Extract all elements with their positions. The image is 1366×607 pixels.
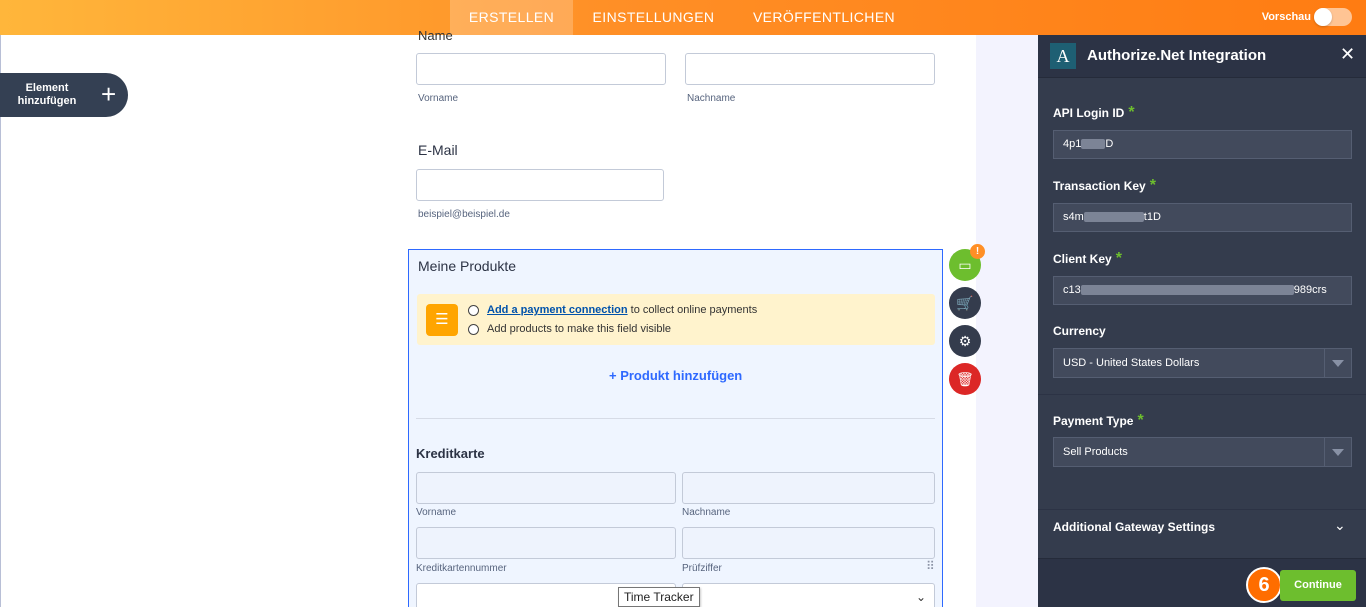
preview-toggle[interactable] <box>1314 8 1352 26</box>
first-name-input[interactable] <box>416 53 666 85</box>
dropdown-arrow-icon <box>1332 449 1344 456</box>
continue-button[interactable]: Continue <box>1280 570 1356 601</box>
cc-expiry-year-select[interactable]: ⌄ <box>682 583 935 607</box>
payment-type-label: Payment Type * <box>1053 412 1144 429</box>
add-element-button[interactable]: Element hinzufügen + <box>0 73 128 117</box>
cc-cvv-input[interactable] <box>682 527 935 559</box>
cc-first-name-input[interactable] <box>416 472 676 504</box>
credit-card-title: Kreditkarte <box>416 446 485 461</box>
time-tracker-tooltip: Time Tracker <box>618 587 700 607</box>
left-canvas <box>0 35 375 607</box>
cc-last-name-input[interactable] <box>682 472 935 504</box>
notice-step-1-radio <box>468 305 479 316</box>
dropdown-arrow-icon <box>1332 360 1344 367</box>
currency-select[interactable]: USD - United States Dollars <box>1053 348 1352 378</box>
transaction-key-label: Transaction Key * <box>1053 177 1156 194</box>
client-key-label: Client Key * <box>1053 250 1122 267</box>
name-field-label: Name <box>418 28 453 43</box>
tab-einstellungen[interactable]: EINSTELLUNGEN <box>583 0 724 35</box>
email-input[interactable] <box>416 169 664 201</box>
email-sublabel: beispiel@beispiel.de <box>418 209 510 220</box>
step-indicator: 6 <box>1246 567 1282 603</box>
left-edge <box>0 35 1 607</box>
cc-number-input[interactable] <box>416 527 676 559</box>
additional-gateway-settings-toggle[interactable]: Additional Gateway Settings <box>1053 520 1215 534</box>
panel-title: Authorize.Net Integration <box>1087 47 1267 64</box>
gear-icon[interactable]: ⚙ <box>949 325 981 357</box>
payment-notice <box>417 294 935 345</box>
toggle-knob <box>1314 8 1332 26</box>
plus-icon: + <box>101 79 117 109</box>
first-name-sublabel: Vorname <box>418 93 459 104</box>
drag-handle-icon[interactable]: ⠿ <box>926 560 935 572</box>
products-title: Meine Produkte <box>418 258 517 274</box>
products-divider <box>416 418 935 419</box>
trash-icon[interactable]: 🗑 <box>949 363 981 395</box>
payment-type-select[interactable]: Sell Products <box>1053 437 1352 467</box>
authorize-net-logo: A <box>1050 43 1076 69</box>
notice-line-1: Add a payment connection to collect onli… <box>487 304 757 316</box>
cc-first-name-sublabel: Vorname <box>416 507 457 518</box>
chevron-down-icon[interactable]: ⌄ <box>1334 517 1346 534</box>
cart-icon[interactable]: 🛒 <box>949 287 981 319</box>
canvas-gutter <box>976 35 1038 607</box>
warning-badge: ! <box>970 244 985 259</box>
add-payment-connection-link[interactable]: Add a payment connection <box>487 304 628 316</box>
panel-separator <box>1038 509 1366 510</box>
client-key-input[interactable]: c13 989crs <box>1053 276 1352 305</box>
close-icon[interactable]: ✕ <box>1340 44 1355 65</box>
currency-label: Currency <box>1053 324 1106 338</box>
preview-label: Vorschau <box>1261 11 1311 23</box>
notice-step-2-radio <box>468 324 479 335</box>
last-name-input[interactable] <box>685 53 935 85</box>
panel-separator <box>1038 394 1366 395</box>
last-name-sublabel: Nachname <box>687 93 736 104</box>
chevron-down-icon: ⌄ <box>915 590 926 604</box>
transaction-key-input[interactable]: s4m t1D <box>1053 203 1352 232</box>
cc-cvv-sublabel: Prüfziffer <box>682 563 722 574</box>
api-login-label: API Login ID * <box>1053 104 1135 121</box>
api-login-input[interactable]: 4p1 D <box>1053 130 1352 159</box>
cc-number-sublabel: Kreditkartennummer <box>416 563 507 574</box>
checklist-icon: ☰ <box>426 304 458 336</box>
notice-line-2: Add products to make this field visible <box>487 323 672 335</box>
add-product-link[interactable]: + Produkt hinzufügen <box>609 368 742 383</box>
email-field-label: E-Mail <box>418 142 458 158</box>
add-element-label: Element hinzufügen <box>17 82 77 107</box>
tab-veroeffentlichen[interactable]: VERÖFFENTLICHEN <box>742 0 906 35</box>
tab-erstellen[interactable]: ERSTELLEN <box>450 0 573 35</box>
notice-line-1-text: to collect online payments <box>627 304 758 316</box>
cc-last-name-sublabel: Nachname <box>682 507 731 518</box>
